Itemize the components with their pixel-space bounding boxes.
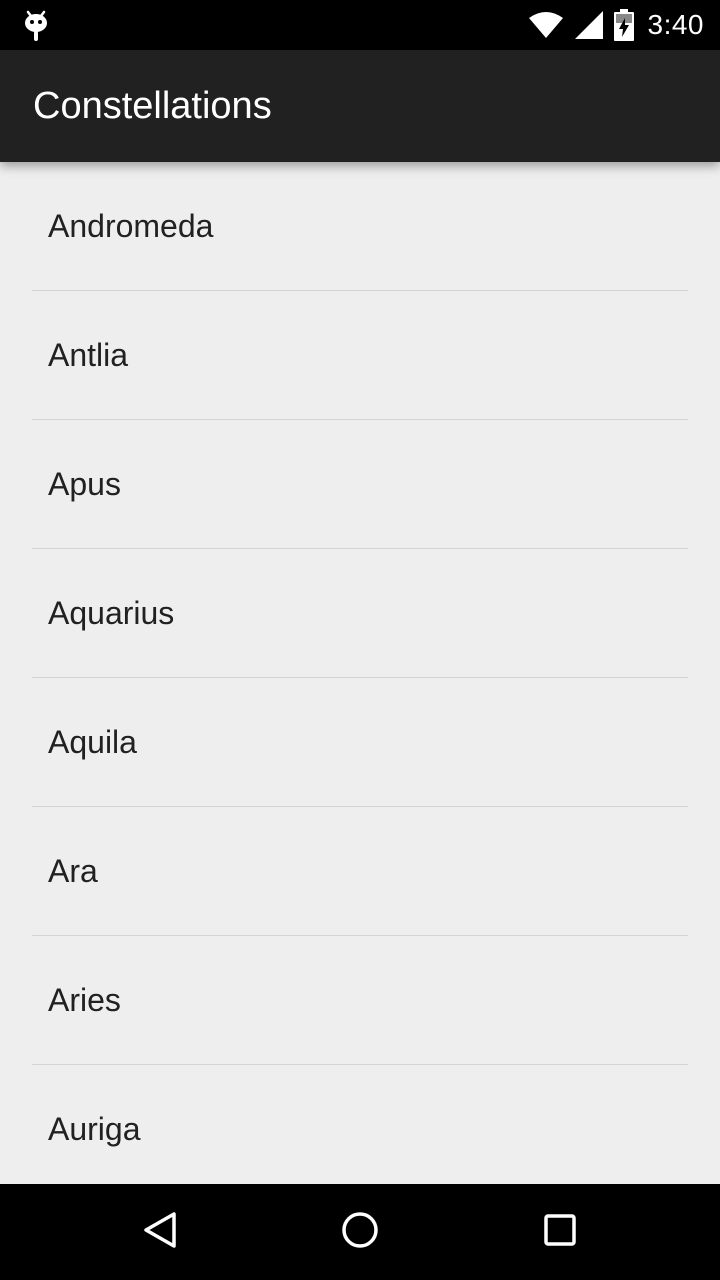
list-item-label: Antlia — [48, 337, 129, 373]
battery-charging-icon — [613, 9, 634, 41]
list-item[interactable]: Andromeda — [32, 162, 688, 291]
constellation-list[interactable]: Andromeda Antlia Apus Aquarius Aquila Ar… — [0, 162, 720, 1184]
list-item-label: Apus — [48, 466, 121, 502]
list-item-label: Aquarius — [48, 595, 175, 631]
wifi-icon — [528, 11, 564, 39]
page-title: Constellations — [33, 85, 272, 127]
clock: 3:40 — [647, 9, 704, 40]
list-item-label: Andromeda — [48, 208, 214, 244]
list-item-label: Auriga — [48, 1111, 141, 1147]
home-button[interactable] — [336, 1208, 384, 1256]
status-icons: 3:40 — [528, 0, 705, 50]
status-bar: 3:40 — [0, 0, 720, 50]
cell-signal-icon — [574, 10, 604, 40]
recents-icon — [540, 1210, 580, 1255]
navigation-bar — [0, 1184, 720, 1280]
back-icon — [140, 1210, 180, 1255]
back-button[interactable] — [136, 1208, 184, 1256]
app-bar: Constellations — [0, 50, 720, 162]
list-item-label: Aquila — [48, 724, 137, 760]
android-debug-icon — [22, 8, 50, 42]
list-item[interactable]: Aquarius — [32, 549, 688, 678]
list-item-label: Aries — [48, 982, 121, 1018]
list-item[interactable]: Auriga — [32, 1065, 688, 1184]
list-item-label: Ara — [48, 853, 98, 889]
list-item[interactable]: Antlia — [32, 291, 688, 420]
list-item[interactable]: Apus — [32, 420, 688, 549]
list-item[interactable]: Ara — [32, 807, 688, 936]
list-item[interactable]: Aries — [32, 936, 688, 1065]
recents-button[interactable] — [536, 1208, 584, 1256]
list-item[interactable]: Aquila — [32, 678, 688, 807]
home-icon — [340, 1210, 380, 1255]
